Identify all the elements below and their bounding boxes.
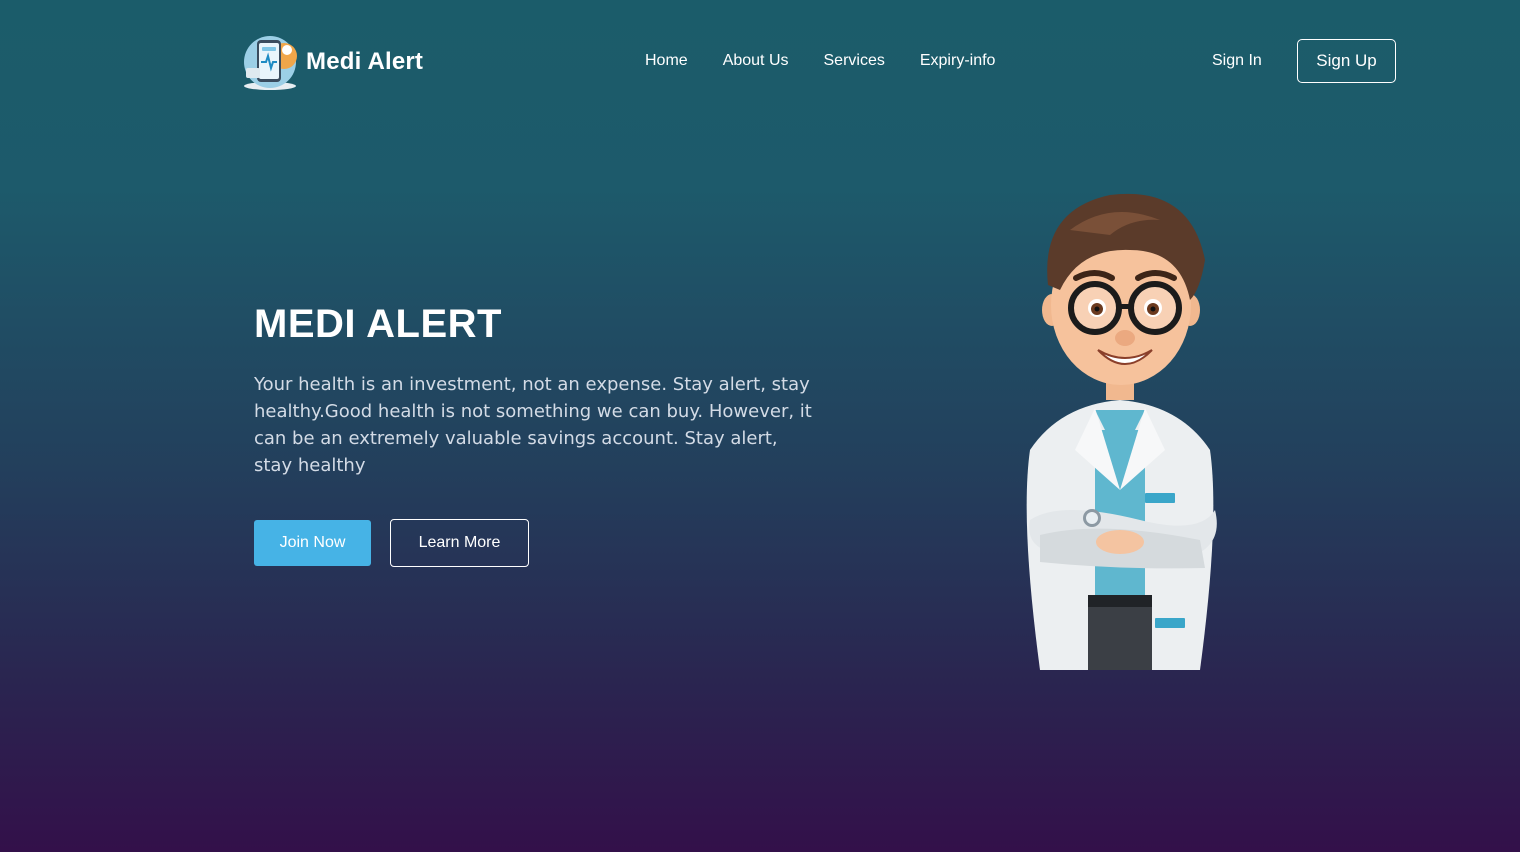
join-now-button[interactable]: Join Now xyxy=(254,520,371,566)
hero-title: MEDI ALERT xyxy=(254,302,502,346)
hero-description: Your health is an investment, not an exp… xyxy=(254,374,812,476)
logo-link[interactable]: Medi Alert xyxy=(240,32,423,92)
logo-text: Medi Alert xyxy=(306,48,424,75)
sign-up-button[interactable]: Sign Up xyxy=(1297,39,1396,83)
nav-about-us[interactable]: About Us xyxy=(723,52,789,70)
medical-phone-logo-icon xyxy=(244,36,297,90)
nav-expiry-info[interactable]: Expiry-info xyxy=(920,52,996,70)
learn-more-button[interactable]: Learn More xyxy=(390,519,529,567)
main-nav: Home About Us Services Expiry-info xyxy=(645,52,995,70)
nav-home[interactable]: Home xyxy=(645,52,688,70)
sign-in-link[interactable]: Sign In xyxy=(1212,52,1262,70)
nav-services[interactable]: Services xyxy=(824,52,885,70)
doctor-illustration xyxy=(1026,193,1217,670)
